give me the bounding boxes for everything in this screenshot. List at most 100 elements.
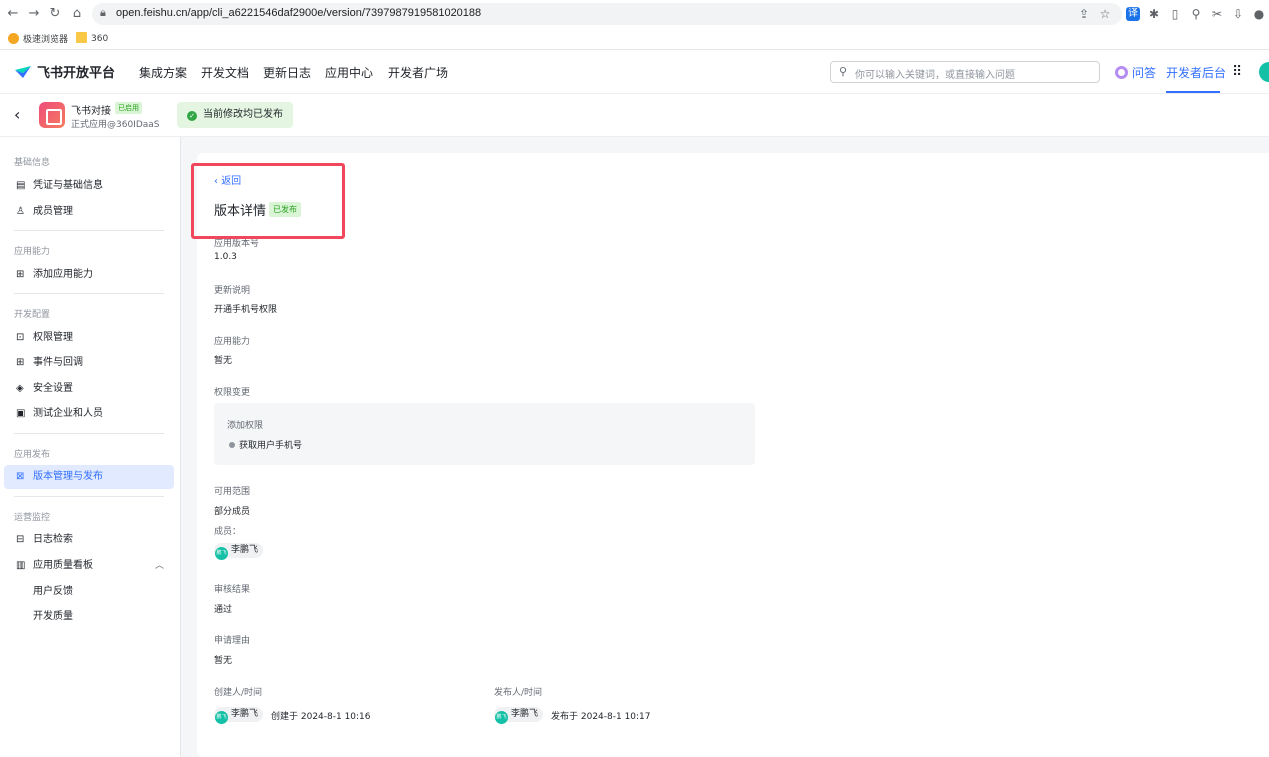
- perm-add-title: 添加权限: [227, 421, 264, 431]
- sidebar-item-permissions[interactable]: ⊡ 权限管理: [4, 326, 174, 350]
- share-icon[interactable]: ⇪: [1075, 5, 1093, 23]
- event-icon: ⊞: [16, 357, 25, 368]
- divider: [14, 230, 164, 231]
- reason-value: 暂无: [214, 656, 233, 666]
- sidebar-item-security[interactable]: ◈ 安全设置: [4, 377, 174, 401]
- app-status-badge: 已启用: [115, 102, 142, 114]
- perm-change-box: [214, 403, 755, 465]
- ai-orb-icon: [1115, 66, 1128, 79]
- lock-icon: 🔒︎: [100, 6, 106, 19]
- sidebar-item-add-ability[interactable]: ⊞ 添加应用能力: [4, 263, 174, 287]
- notes-value: 开通手机号权限: [214, 305, 278, 315]
- sidebar-section-title: 基础信息: [14, 158, 51, 168]
- search-placeholder: 你可以输入关键词，或直接输入问题: [855, 70, 1015, 81]
- dev-backend-link[interactable]: 开发者后台: [1166, 64, 1226, 81]
- browser-toolbar: ← → ↻ ⌂ 🔒︎ open.feishu.cn/app/cli_a62215…: [0, 0, 1269, 28]
- sidebar: 基础信息 ▤ 凭证与基础信息 ♙ 成员管理 应用能力 ⊞ 添加应用能力 开发配置 ⊡ 权…: [0, 137, 181, 757]
- sidebar-item-dev-quality[interactable]: 开发质量: [4, 605, 174, 629]
- scope-label: 可用范围: [214, 487, 251, 497]
- check-circle-icon: ✓: [187, 111, 197, 121]
- extensions-icon[interactable]: ✱: [1145, 5, 1163, 23]
- divider: [14, 496, 164, 497]
- review-label: 审核结果: [214, 585, 251, 595]
- download-icon[interactable]: ⇩: [1229, 5, 1247, 23]
- logo[interactable]: 飞书开放平台: [14, 62, 115, 81]
- sidebar-item-log-search[interactable]: ⊟ 日志检索: [4, 528, 174, 552]
- divider: [14, 433, 164, 434]
- address-bar[interactable]: 🔒︎ open.feishu.cn/app/cli_a6221546daf290…: [92, 3, 1122, 25]
- ability-label: 应用能力: [214, 337, 251, 347]
- nav-app-center[interactable]: 应用中心: [325, 64, 373, 81]
- sidebar-item-test-tenant[interactable]: ▣ 测试企业和人员: [4, 402, 174, 426]
- back-arrow-icon[interactable]: ‹: [14, 105, 20, 124]
- nav-solutions[interactable]: 集成方案: [139, 64, 187, 81]
- home-icon[interactable]: ⌂: [68, 5, 86, 23]
- top-header: 飞书开放平台 集成方案 开发文档 更新日志 应用中心 开发者广场 ⚲ 你可以输入…: [0, 50, 1269, 94]
- forward-icon[interactable]: →: [25, 5, 43, 23]
- bookmark-item[interactable]: 360: [76, 32, 108, 44]
- perm-item: 获取用户手机号: [229, 438, 302, 451]
- scissors-icon[interactable]: ✂: [1208, 5, 1226, 23]
- bar-chart-icon: ▥: [16, 560, 26, 571]
- scope-value: 部分成员: [214, 507, 251, 517]
- folder-icon: [76, 32, 87, 43]
- review-value: 通过: [214, 605, 233, 615]
- back-icon[interactable]: ←: [4, 5, 22, 23]
- sidebar-item-credentials[interactable]: ▤ 凭证与基础信息: [4, 174, 174, 198]
- divider: [14, 293, 164, 294]
- sidebar-item-user-feedback[interactable]: 用户反馈: [4, 580, 174, 604]
- nav-changelog[interactable]: 更新日志: [263, 64, 311, 81]
- id-card-icon: ▤: [16, 180, 26, 191]
- avatar: 鹏飞: [215, 547, 228, 560]
- bookmark-item[interactable]: 极速浏览器: [8, 32, 68, 45]
- creator-label: 创建人/时间: [214, 688, 263, 698]
- app-subtitle: 正式应用@360IDaaS: [71, 120, 160, 130]
- nav-dev-square[interactable]: 开发者广场: [388, 64, 448, 81]
- nav-docs[interactable]: 开发文档: [201, 64, 249, 81]
- feishu-logo-icon: [15, 66, 31, 78]
- reload-icon[interactable]: ↻: [46, 5, 64, 23]
- ask-button[interactable]: 问答: [1115, 64, 1156, 81]
- sidebar-item-members[interactable]: ♙ 成员管理: [4, 200, 174, 224]
- avatar: 鹏飞: [495, 711, 508, 724]
- sidebar-item-events[interactable]: ⊞ 事件与回调: [4, 351, 174, 375]
- user-icon: ♙: [16, 206, 25, 217]
- member-label: 成员：: [214, 527, 242, 537]
- bullet-icon: [229, 442, 235, 448]
- chevron-up-icon[interactable]: ︿: [155, 554, 164, 578]
- annotation-highlight-box: [191, 163, 345, 239]
- apps-grid-icon[interactable]: ⠿: [1232, 64, 1242, 80]
- shield-icon: ◈: [16, 383, 24, 394]
- avatar: 鹏飞: [215, 711, 228, 724]
- app-icon: [39, 102, 65, 128]
- search-input[interactable]: ⚲ 你可以输入关键词，或直接输入问题: [830, 61, 1100, 83]
- creator-time: 创建于 2024-8-1 10:16: [271, 712, 371, 722]
- publish-status: ✓ 当前修改均已发布: [177, 102, 293, 128]
- search-icon: ⚲: [839, 65, 848, 78]
- star-icon[interactable]: ☆: [1096, 5, 1114, 23]
- version-value: 1.0.3: [214, 252, 237, 262]
- url-text: open.feishu.cn/app/cli_a6221546daf2900e/…: [116, 7, 482, 19]
- user-avatar[interactable]: [1259, 62, 1269, 82]
- log-search-icon: ⊟: [16, 534, 25, 545]
- bookmarks-bar: 极速浏览器 360: [0, 30, 1269, 48]
- notes-label: 更新说明: [214, 286, 251, 296]
- code-icon: ▣: [16, 408, 26, 419]
- sidebar-item-quality-board[interactable]: ▥ 应用质量看板 ︿: [4, 554, 174, 578]
- creator-chip[interactable]: 鹏飞 李鹏飞: [214, 707, 264, 724]
- sidebar-item-version-release[interactable]: ⊠ 版本管理与发布: [4, 465, 174, 489]
- browser-icon: [8, 33, 19, 44]
- browser-chrome: ← → ↻ ⌂ 🔒︎ open.feishu.cn/app/cli_a62215…: [0, 0, 1269, 50]
- perm-change-label: 权限变更: [214, 388, 251, 398]
- translate-icon[interactable]: 译: [1126, 7, 1140, 21]
- sidebar-section-title: 运营监控: [14, 513, 51, 523]
- search-tool-icon[interactable]: ⚲: [1187, 5, 1205, 23]
- publisher-chip[interactable]: 鹏飞 李鹏飞: [494, 707, 544, 724]
- sidebar-section-title: 应用能力: [14, 247, 51, 257]
- sidepanel-icon[interactable]: ▯: [1166, 5, 1184, 23]
- profile-icon[interactable]: ●: [1250, 5, 1268, 23]
- publisher-label: 发布人/时间: [494, 688, 543, 698]
- sidebar-section-title: 开发配置: [14, 310, 51, 320]
- member-chip[interactable]: 鹏飞 李鹏飞: [214, 543, 264, 560]
- reason-label: 申请理由: [214, 636, 251, 646]
